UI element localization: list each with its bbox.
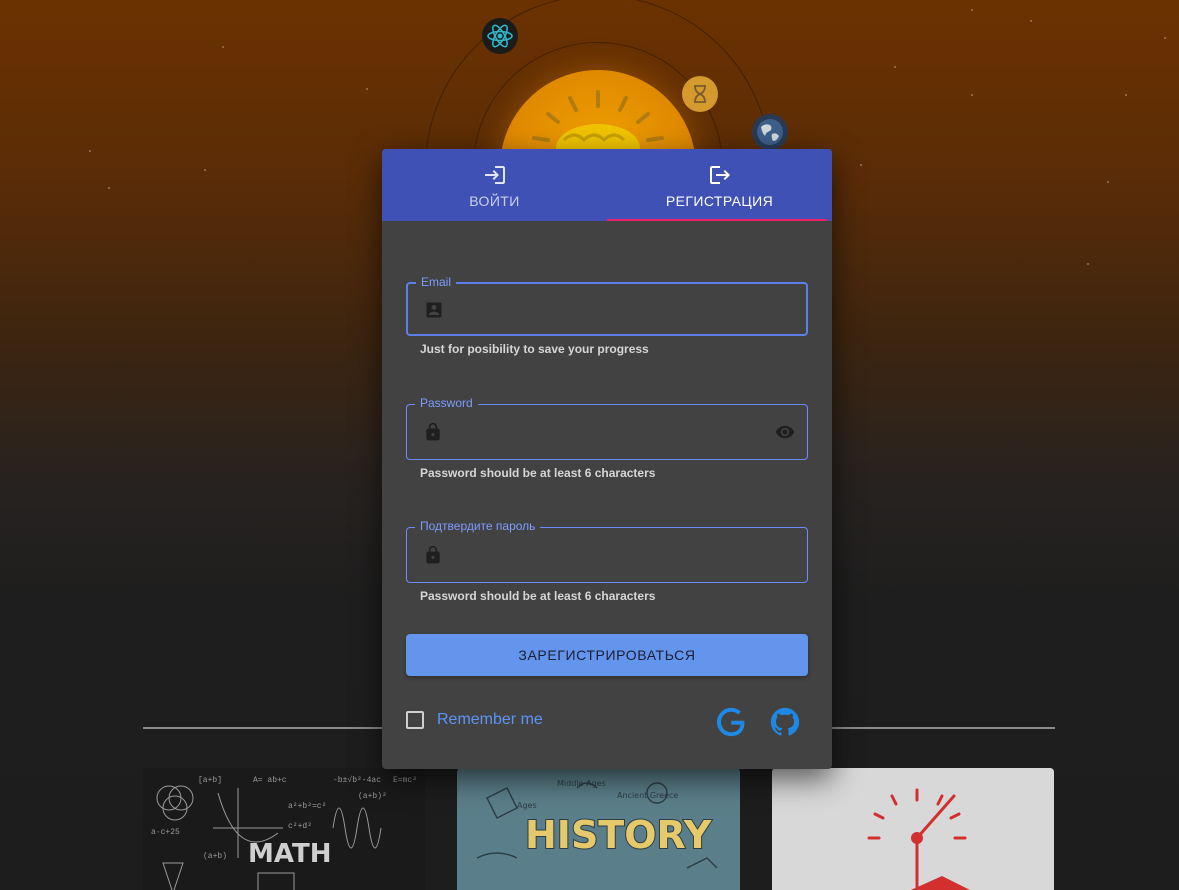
email-helper-text: Just for posibility to save your progres… (420, 342, 649, 356)
svg-text:-b±√b²-4ac: -b±√b²-4ac (333, 775, 381, 785)
svg-text:E=mc²: E=mc² (393, 776, 417, 785)
svg-text:(a+b)²: (a+b)² (358, 792, 387, 801)
auth-dialog: ВОЙТИ РЕГИСТРАЦИЯ Email Just for posibil… (382, 149, 832, 769)
svg-text:Ages: Ages (517, 801, 537, 810)
svg-text:a²+b²=c²: a²+b²=c² (288, 802, 326, 811)
clock-image (855, 782, 971, 890)
confirm-password-input[interactable] (453, 528, 793, 582)
password-input[interactable] (453, 405, 763, 459)
svg-text:a·c+25: a·c+25 (151, 828, 180, 837)
remember-me-label: Remember me (437, 711, 543, 728)
confirm-password-field[interactable]: Подтвердите пароль (406, 518, 808, 583)
remember-me[interactable]: Remember me (406, 711, 543, 729)
tab-register[interactable]: РЕГИСТРАЦИЯ (607, 149, 832, 221)
login-icon (484, 166, 505, 184)
password-field-group: Password Password should be at least 6 c… (406, 395, 808, 480)
email-field-group: Email Just for posibility to save your p… (406, 274, 808, 356)
confirm-password-helper-text: Password should be at least 6 characters (420, 589, 656, 603)
confirm-password-field-group: Подтвердите пароль Password should be at… (406, 518, 808, 603)
account-box-icon (426, 302, 442, 318)
svg-text:Middle Ages: Middle Ages (557, 779, 606, 788)
globe-icon (752, 114, 788, 150)
remember-me-checkbox[interactable] (406, 711, 424, 729)
history-card[interactable]: Middle Ages Ancient Greece Ages HISTORY (457, 768, 740, 890)
math-card[interactable]: [a+b] A= ab+c -b±√b²-4ac E=mc² a²+b²=c² … (143, 768, 425, 890)
google-icon[interactable] (714, 705, 748, 739)
react-icon (482, 18, 518, 54)
active-tab-indicator (607, 219, 827, 221)
email-label: Email (416, 274, 457, 290)
svg-text:[a+b]: [a+b] (198, 776, 222, 785)
eye-icon[interactable] (773, 422, 797, 442)
tab-register-label: РЕГИСТРАЦИЯ (665, 193, 774, 209)
svg-text:c²+d²: c²+d² (288, 822, 312, 831)
password-field[interactable]: Password (406, 395, 808, 460)
history-doodle-image: Middle Ages Ancient Greece Ages HISTORY (476, 779, 718, 869)
svg-text:A= ab+c: A= ab+c (253, 776, 287, 785)
github-icon[interactable] (768, 705, 802, 739)
tab-login-label: ВОЙТИ (469, 193, 520, 209)
auth-tabs: ВОЙТИ РЕГИСТРАЦИЯ (382, 149, 832, 221)
tab-login[interactable]: ВОЙТИ (382, 149, 607, 221)
hourglass-icon (682, 76, 718, 112)
password-helper-text: Password should be at least 6 characters (420, 466, 656, 480)
svg-text:Ancient Greece: Ancient Greece (617, 791, 678, 800)
math-chalkboard-image: [a+b] A= ab+c -b±√b²-4ac E=mc² a²+b²=c² … (151, 775, 417, 890)
register-button[interactable]: ЗАРЕГИСТРИРОВАТЬСЯ (406, 634, 808, 676)
email-input[interactable] (454, 284, 794, 336)
lock-icon (426, 422, 440, 441)
email-field[interactable]: Email (406, 274, 808, 336)
svg-text:HISTORY: HISTORY (525, 813, 712, 857)
lock-icon (426, 545, 440, 564)
logout-icon (709, 166, 730, 184)
svg-text:(a+b): (a+b) (203, 852, 227, 861)
time-card[interactable] (772, 768, 1054, 890)
svg-text:MATH: MATH (248, 839, 331, 869)
